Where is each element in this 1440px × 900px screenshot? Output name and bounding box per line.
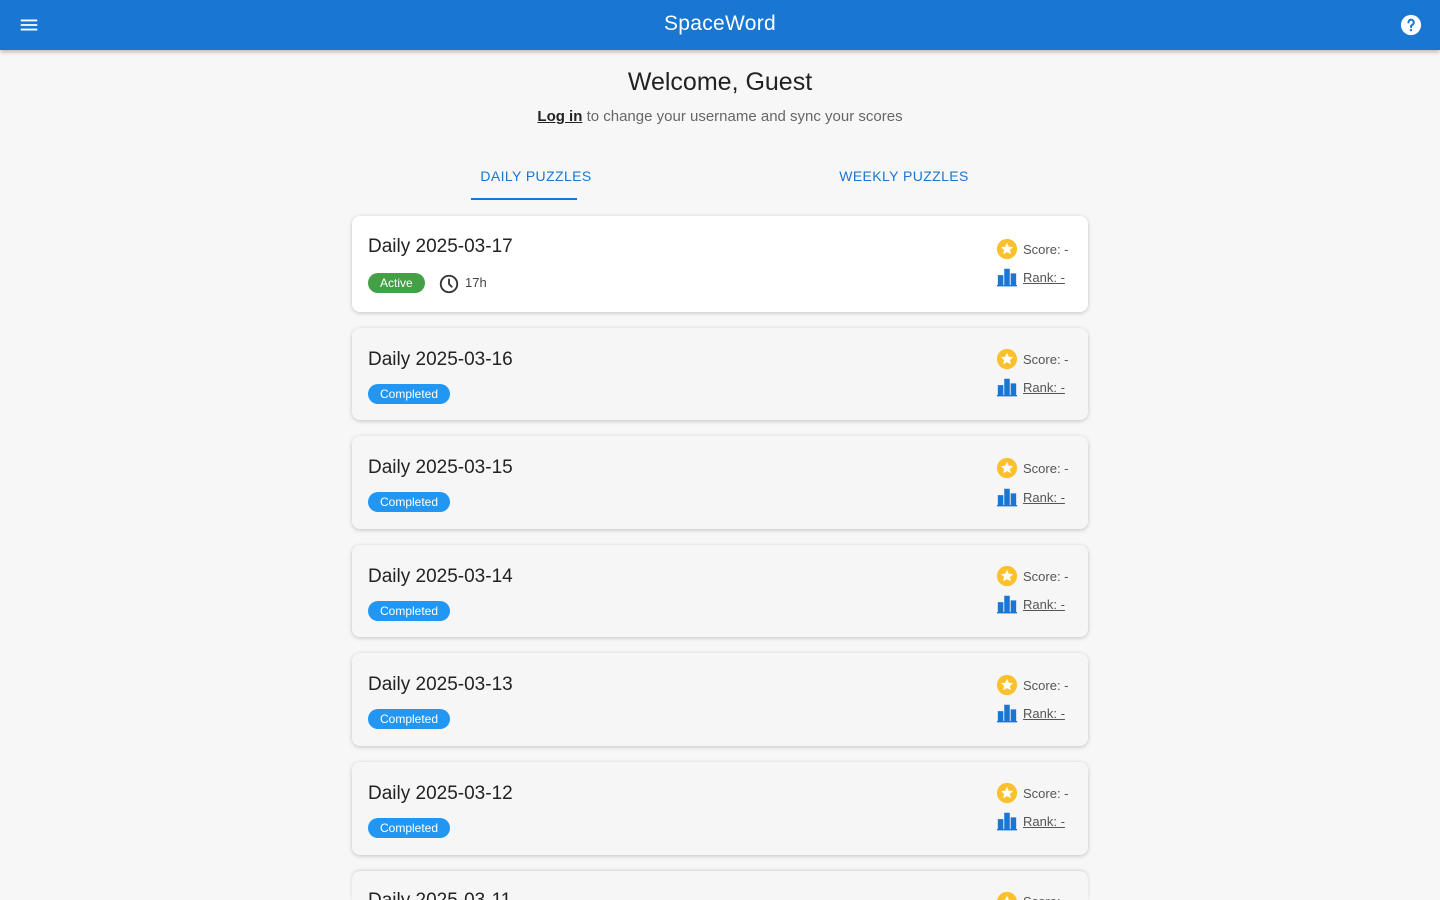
score-row: Score: - [996,782,1069,804]
time-remaining: 17h [465,275,487,290]
status-badge: Completed [368,384,451,404]
star-icon [996,674,1018,696]
leaderboard-icon [996,593,1018,615]
puzzle-title: Daily 2025-03-11 [368,891,511,900]
puzzle-card[interactable]: Daily 2025-03-11 Score: - [352,871,1088,900]
star-icon [996,565,1018,587]
app-title: SpaceWord [663,12,777,35]
puzzle-title: Daily 2025-03-14 [368,566,513,587]
rank-row[interactable]: Rank: - [996,702,1065,724]
status-badge: Active [368,273,425,293]
score-row: Score: - [996,674,1069,696]
app-bar: SpaceWord [0,0,1440,50]
puzzle-card[interactable]: Daily 2025-03-14 Completed Score: - Rank… [352,545,1088,637]
score-value: Score: - [1023,677,1069,693]
star-icon [996,891,1018,900]
score-value: Score: - [1023,351,1069,367]
clock-icon [438,273,460,295]
puzzle-title: Daily 2025-03-17 [368,236,513,257]
tab-indicator [471,198,577,200]
puzzle-card[interactable]: Daily 2025-03-17 Active 17h Score: - Ran… [352,216,1088,312]
star-icon [996,238,1018,260]
rank-row[interactable]: Rank: - [996,810,1065,832]
rank-row[interactable]: Rank: - [996,593,1065,615]
score-value: Score: - [1023,241,1069,257]
puzzle-title: Daily 2025-03-12 [368,783,513,804]
tab-daily-puzzles[interactable]: DAILY PUZZLES [352,160,720,200]
leaderboard-icon [996,266,1018,288]
rank-link[interactable]: Rank: - [1023,706,1065,721]
status-badge: Completed [368,818,451,838]
puzzle-title: Daily 2025-03-16 [368,349,513,370]
score-value: Score: - [1023,785,1069,801]
score-value: Score: - [1023,568,1069,584]
star-icon [996,782,1018,804]
rank-link[interactable]: Rank: - [1023,380,1065,395]
help-circle-icon[interactable] [1400,14,1422,36]
puzzle-title: Daily 2025-03-13 [368,674,513,695]
status-badge: Completed [368,492,451,512]
leaderboard-icon [996,486,1018,508]
tab-label: DAILY PUZZLES [480,168,592,184]
score-value: Score: - [1023,460,1069,476]
tab-weekly-puzzles[interactable]: WEEKLY PUZZLES [720,160,1088,200]
puzzle-card[interactable]: Daily 2025-03-16 Completed Score: - Rank… [352,328,1088,420]
star-icon [996,348,1018,370]
status-badge: Completed [368,709,451,729]
puzzle-card[interactable]: Daily 2025-03-13 Completed Score: - Rank… [352,653,1088,746]
login-prompt: Log in to change your username and sync … [0,108,1440,125]
tab-label: WEEKLY PUZZLES [839,168,969,184]
status-badge: Completed [368,601,451,621]
star-icon [996,457,1018,479]
leaderboard-icon [996,376,1018,398]
puzzle-card[interactable]: Daily 2025-03-12 Completed Score: - Rank… [352,762,1088,855]
rank-link[interactable]: Rank: - [1023,814,1065,829]
score-row: Score: - [996,238,1069,260]
score-row: Score: - [996,457,1069,479]
rank-link[interactable]: Rank: - [1023,270,1065,285]
puzzle-title: Daily 2025-03-15 [368,457,513,478]
rank-link[interactable]: Rank: - [1023,490,1065,505]
puzzle-tabs: DAILY PUZZLES WEEKLY PUZZLES [352,160,1088,200]
score-row: Score: - [996,891,1069,900]
welcome-heading: Welcome, Guest [627,68,813,96]
leaderboard-icon [996,702,1018,724]
puzzle-card[interactable]: Daily 2025-03-15 Completed Score: - Rank… [352,436,1088,529]
leaderboard-icon [996,810,1018,832]
rank-link[interactable]: Rank: - [1023,597,1065,612]
score-row: Score: - [996,565,1069,587]
rank-row[interactable]: Rank: - [996,486,1065,508]
login-prompt-text: to change your username and sync your sc… [582,108,903,125]
score-value: Score: - [1023,891,1069,900]
rank-row[interactable]: Rank: - [996,266,1065,288]
score-row: Score: - [996,348,1069,370]
login-link[interactable]: Log in [537,108,582,125]
rank-row[interactable]: Rank: - [996,376,1065,398]
